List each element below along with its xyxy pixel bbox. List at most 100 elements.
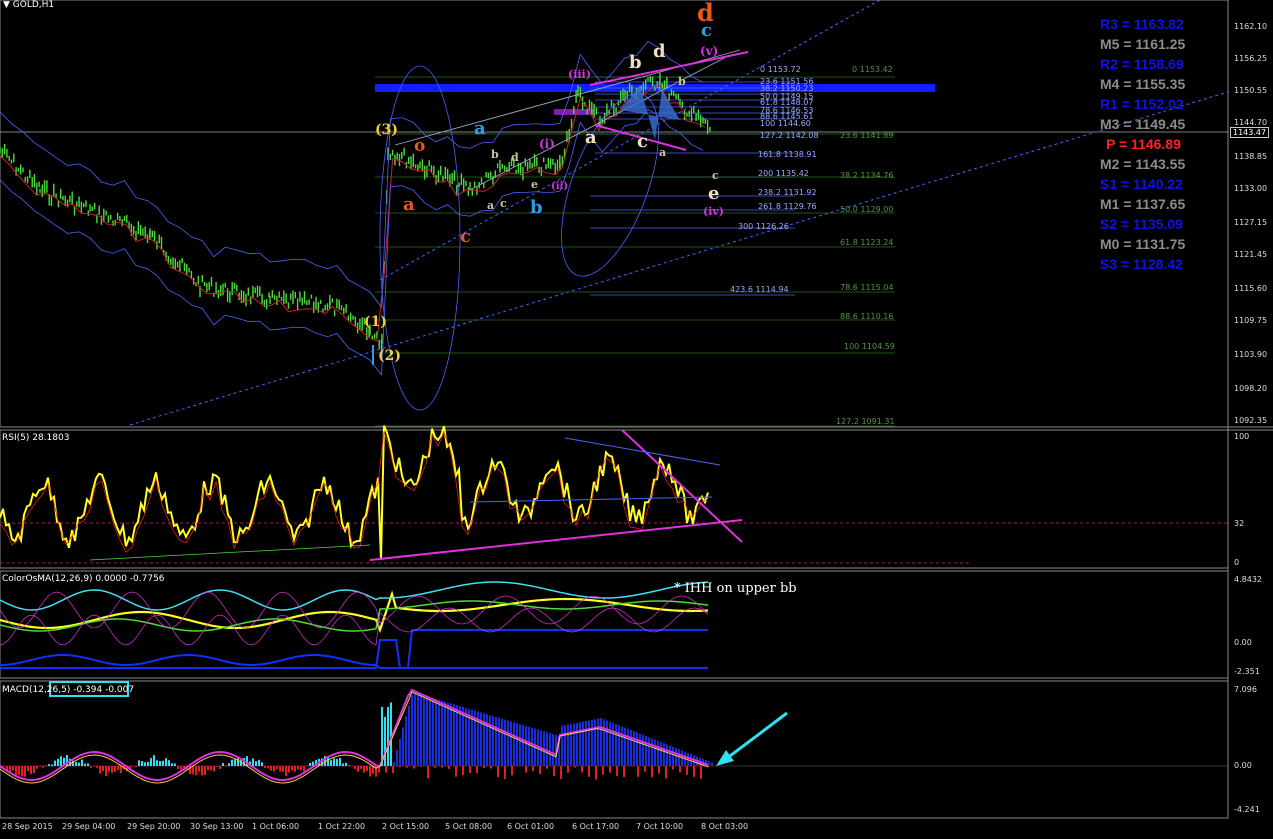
- macd-histogram-bar: [300, 766, 302, 771]
- wave-label-ii: (ii): [551, 181, 569, 192]
- pivot-level: M2 = 1143.55: [1100, 156, 1186, 172]
- macd-histogram-bar: [447, 702, 449, 766]
- macd-histogram-bar: [675, 748, 677, 766]
- wave-label-v: (v): [700, 44, 719, 58]
- macd-label: MACD(12,26,5) -0.394 -0.007: [2, 685, 135, 695]
- macd-histogram-negative: [455, 766, 457, 777]
- macd-histogram-bar: [342, 763, 344, 766]
- macd-histogram-bar: [618, 725, 620, 766]
- macd-histogram-bar: [135, 766, 137, 768]
- macd-histogram-bar: [606, 720, 608, 766]
- fib-retracement-label: 0 1153.42: [852, 65, 893, 74]
- macd-histogram-bar: [48, 764, 50, 766]
- macd-histogram-bar: [639, 733, 641, 766]
- macd-histogram-bar: [498, 717, 500, 766]
- macd-histogram-bar: [672, 746, 674, 766]
- macd-histogram-negative: [637, 766, 639, 777]
- macd-histogram-bar: [420, 694, 422, 766]
- time-axis-label: 8 Oct 03:00: [701, 822, 749, 831]
- macd-histogram-bar: [504, 719, 506, 766]
- macd-histogram-negative: [434, 766, 436, 768]
- macd-histogram-bar: [657, 740, 659, 766]
- macd-histogram-negative: [679, 766, 681, 773]
- macd-histogram-bar: [222, 762, 224, 766]
- chart-canvas[interactable]: [0, 0, 1273, 839]
- macd-histogram-bar: [258, 759, 260, 766]
- macd-histogram-negative: [532, 766, 534, 772]
- fib-extension-label: 238.2 1131.92: [758, 188, 817, 197]
- macd-histogram-bar: [417, 693, 419, 766]
- macd-histogram-bar: [174, 763, 176, 766]
- macd-histogram-bar: [156, 760, 158, 766]
- wave-label-i: (i): [539, 137, 555, 151]
- fib-extension-label: 300 1126.26: [738, 222, 789, 231]
- macd-histogram-bar: [303, 766, 305, 772]
- macd-histogram-bar: [210, 766, 212, 771]
- macd-histogram-bar: [105, 766, 107, 777]
- macd-histogram-bar: [252, 758, 254, 766]
- macd-histogram-bar: [261, 762, 263, 766]
- wave-label-a-white: a: [585, 127, 597, 148]
- macd-histogram-bar: [399, 738, 401, 766]
- indicator-axis-label: -4.241: [1234, 805, 1260, 814]
- wave-label-b-green: b: [678, 75, 686, 88]
- macd-histogram-bar: [192, 766, 194, 775]
- macd-histogram-bar: [81, 759, 83, 766]
- pivot-level: M0 = 1131.75: [1100, 236, 1186, 252]
- macd-histogram-bar: [516, 723, 518, 766]
- macd-histogram-bar: [204, 766, 206, 775]
- macd-histogram-bar: [219, 766, 221, 769]
- macd-histogram-bar: [138, 760, 140, 766]
- macd-histogram-bar: [270, 766, 272, 771]
- macd-histogram-bar: [12, 766, 14, 771]
- macd-histogram-bar: [396, 750, 398, 766]
- macd-histogram-bar: [351, 766, 353, 767]
- macd-histogram-negative: [413, 766, 415, 769]
- wave-label-a-blue: a: [474, 118, 486, 139]
- macd-histogram-bar: [429, 697, 431, 766]
- macd-histogram-bar: [552, 734, 554, 766]
- macd-histogram-bar: [234, 759, 236, 766]
- time-axis-label: 2 Oct 15:00: [382, 822, 430, 831]
- macd-histogram-negative: [504, 766, 506, 780]
- macd-histogram-bar: [177, 766, 179, 769]
- macd-histogram-bar: [435, 698, 437, 766]
- pivot-level: M5 = 1161.25: [1100, 36, 1186, 52]
- macd-histogram-negative: [616, 766, 618, 777]
- dropdown-triangle-icon[interactable]: ▼: [3, 0, 10, 10]
- macd-histogram-bar: [102, 766, 104, 772]
- trendline-lower: [129, 91, 1229, 426]
- price-axis-label: 1156.25: [1234, 54, 1268, 63]
- macd-histogram-bar: [294, 766, 296, 772]
- wave-label-d-small: d: [511, 151, 519, 164]
- macd-histogram-bar: [231, 759, 233, 766]
- macd-histogram-negative: [595, 766, 597, 780]
- macd-histogram-bar: [114, 766, 116, 772]
- wave-label-b-white: b: [629, 52, 642, 73]
- macd-histogram-bar: [30, 766, 32, 775]
- bollinger-lower: [0, 108, 704, 377]
- bollinger-upper: [0, 40, 704, 309]
- macd-histogram-bar: [168, 760, 170, 766]
- osma-label: ColorOsMA(12,26,9) 0.0000 -0.7756: [2, 574, 165, 584]
- trading-chart-window[interactable]: ▼ GOLD,H1 1143.47 R3 = 1163.82 M5 = 1161.…: [0, 0, 1273, 839]
- macd-histogram-bar: [369, 766, 371, 777]
- macd-histogram-bar: [423, 695, 425, 766]
- macd-histogram-bar: [648, 737, 650, 766]
- wave-label-2: (2): [378, 348, 401, 364]
- pivot-level: S2 = 1135.09: [1100, 216, 1183, 232]
- price-axis-label: 1121.45: [1234, 250, 1268, 259]
- cyan-arrow-icon: [716, 750, 734, 766]
- fib-extension-label: 0 1153.72: [760, 65, 801, 74]
- macd-histogram-bar: [708, 761, 710, 766]
- macd-histogram-negative: [546, 766, 548, 769]
- wave-label-b-small: b: [491, 148, 499, 161]
- macd-histogram-negative: [644, 766, 646, 772]
- fib-retracement-label: 127.2 1091.31: [836, 417, 895, 426]
- macd-histogram-negative: [623, 766, 625, 778]
- macd-histogram-bar: [384, 716, 386, 766]
- fib-retracement-label: 88.6 1110.16: [840, 312, 894, 321]
- macd-histogram-negative: [385, 766, 387, 773]
- macd-histogram-bar: [198, 766, 200, 772]
- rsi-trendline: [369, 519, 743, 561]
